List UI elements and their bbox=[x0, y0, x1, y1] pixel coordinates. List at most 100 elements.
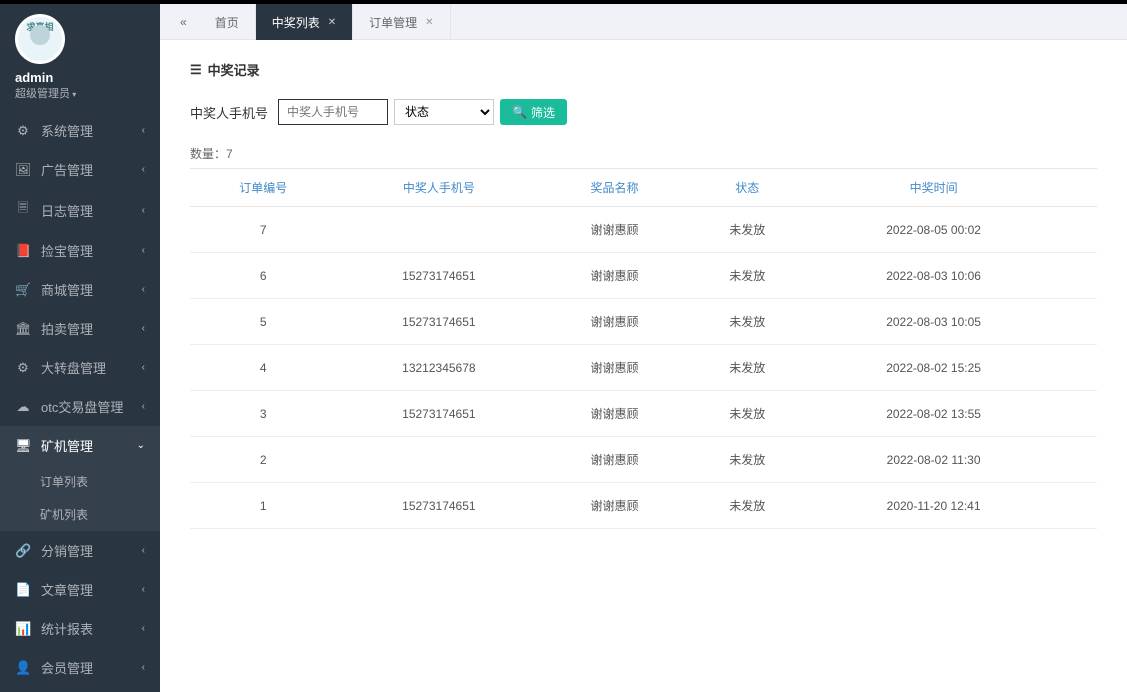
nav-item-label: 会员管理 bbox=[41, 658, 93, 677]
cell-actions bbox=[1060, 299, 1097, 345]
cell-prize: 谢谢惠顾 bbox=[541, 207, 688, 253]
cell-time: 2022-08-05 00:02 bbox=[807, 207, 1061, 253]
tabs-back-button[interactable]: « bbox=[168, 15, 199, 29]
cell-prize: 谢谢惠顾 bbox=[541, 299, 688, 345]
nav-item-label: 大转盘管理 bbox=[41, 358, 106, 377]
cell-status: 未发放 bbox=[688, 391, 807, 437]
nav-item-label: otc交易盘管理 bbox=[41, 397, 123, 416]
nav-item-4[interactable]: 🛒商城管理‹ bbox=[0, 270, 160, 309]
nav-item-label: 统计报表 bbox=[41, 619, 93, 638]
table-header-3[interactable]: 状态 bbox=[688, 169, 807, 207]
chevron-left-icon: ‹ bbox=[142, 164, 145, 175]
nav-item-9[interactable]: 🔗分销管理‹ bbox=[0, 531, 160, 570]
filter-button-label: 筛选 bbox=[531, 104, 555, 121]
nav-item-6[interactable]: ⚙ 大转盘管理 ‹ bbox=[0, 348, 160, 387]
tab-1[interactable]: 中奖列表 ✕ bbox=[256, 4, 353, 40]
chevron-left-icon: ‹ bbox=[142, 545, 145, 556]
tab-0[interactable]: 首页 bbox=[199, 4, 256, 40]
nav-icon: 🖼 bbox=[15, 162, 31, 178]
nav-sub-item-0[interactable]: 订单列表 bbox=[0, 465, 160, 498]
cell-id: 5 bbox=[190, 299, 337, 345]
main-area: « 首页中奖列表✕订单管理✕ ☰ 中奖记录 中奖人手机号 状态 🔍 筛选 数 bbox=[160, 4, 1127, 692]
cell-prize: 谢谢惠顾 bbox=[541, 437, 688, 483]
prize-table: 订单编号中奖人手机号奖品名称状态中奖时间 7谢谢惠顾未发放2022-08-05 … bbox=[190, 168, 1097, 529]
cell-actions bbox=[1060, 253, 1097, 299]
cell-status: 未发放 bbox=[688, 437, 807, 483]
table-header-2[interactable]: 奖品名称 bbox=[541, 169, 688, 207]
nav-icon: 👤 bbox=[15, 660, 31, 676]
nav-item-2[interactable]: 🗏日志管理‹ bbox=[0, 189, 160, 231]
user-role-dropdown[interactable]: 超级管理员 bbox=[15, 85, 145, 101]
chevron-left-icon: ‹ bbox=[142, 401, 145, 412]
nav-item-label: 日志管理 bbox=[41, 201, 93, 220]
nav-item-5[interactable]: 🏛拍卖管理‹ bbox=[0, 309, 160, 348]
nav-item-label: 系统管理 bbox=[41, 121, 93, 140]
cell-status: 未发放 bbox=[688, 345, 807, 391]
cell-phone: 15273174651 bbox=[337, 483, 542, 529]
tab-label: 首页 bbox=[215, 14, 239, 31]
chevron-left-icon: ‹ bbox=[142, 623, 145, 634]
filter-button[interactable]: 🔍 筛选 bbox=[500, 99, 567, 125]
nav-list: ⚙系统管理‹🖼广告管理‹🗏日志管理‹📕捡宝管理‹🛒商城管理‹🏛拍卖管理‹⚙大转盘… bbox=[0, 111, 160, 687]
filter-row: 中奖人手机号 状态 🔍 筛选 bbox=[190, 99, 1097, 125]
table-row: 7谢谢惠顾未发放2022-08-05 00:02 bbox=[190, 207, 1097, 253]
nav-icon: ☁ bbox=[15, 399, 31, 415]
cell-actions bbox=[1060, 345, 1097, 391]
nav-item-label: 广告管理 bbox=[41, 160, 93, 179]
filter-label: 中奖人手机号 bbox=[190, 103, 268, 122]
close-icon[interactable]: ✕ bbox=[328, 17, 336, 28]
cell-actions bbox=[1060, 437, 1097, 483]
tab-2[interactable]: 订单管理 ✕ bbox=[353, 4, 450, 40]
app-container: 求真相 admin 超级管理员 ⚙系统管理‹🖼广告管理‹🗏日志管理‹📕捡宝管理‹… bbox=[0, 4, 1127, 692]
nav-icon: ⚙ bbox=[15, 360, 31, 376]
table-header-5[interactable] bbox=[1060, 169, 1097, 207]
nav-sub-item-1[interactable]: 矿机列表 bbox=[0, 498, 160, 531]
nav-item-0[interactable]: ⚙系统管理‹ bbox=[0, 111, 160, 150]
tabs-bar: « 首页 中奖列表 ✕ 订单管理 ✕ bbox=[160, 4, 1127, 40]
nav-item-7[interactable]: ☁ otc交易盘管理 ‹ bbox=[0, 387, 160, 426]
chevron-left-icon: ‹ bbox=[142, 245, 145, 256]
cell-status: 未发放 bbox=[688, 299, 807, 345]
table-header-1[interactable]: 中奖人手机号 bbox=[337, 169, 542, 207]
nav-item-label: 拍卖管理 bbox=[41, 319, 93, 338]
nav-item-12[interactable]: 👤会员管理‹ bbox=[0, 648, 160, 687]
cell-id: 3 bbox=[190, 391, 337, 437]
table-header-4[interactable]: 中奖时间 bbox=[807, 169, 1061, 207]
cell-prize: 谢谢惠顾 bbox=[541, 483, 688, 529]
cell-id: 2 bbox=[190, 437, 337, 483]
cell-time: 2020-11-20 12:41 bbox=[807, 483, 1061, 529]
user-panel: 求真相 admin 超级管理员 bbox=[0, 4, 160, 111]
chevron-left-icon: ‹ bbox=[142, 125, 145, 136]
table-header-0[interactable]: 订单编号 bbox=[190, 169, 337, 207]
phone-filter-input[interactable] bbox=[278, 99, 388, 125]
cell-time: 2022-08-02 11:30 bbox=[807, 437, 1061, 483]
table-row: 2 谢谢惠顾未发放2022-08-02 11:30 bbox=[190, 437, 1097, 483]
nav-item-1[interactable]: 🖼 广告管理 ‹ bbox=[0, 150, 160, 189]
status-filter-select[interactable]: 状态 bbox=[394, 99, 494, 125]
chevron-down-icon: ⌄ bbox=[137, 440, 145, 451]
nav-icon: 🖥 bbox=[15, 438, 31, 454]
tab-label: 订单管理 bbox=[369, 14, 417, 31]
cell-actions bbox=[1060, 483, 1097, 529]
nav-icon: 🏛 bbox=[15, 321, 31, 337]
user-name: admin bbox=[15, 70, 145, 85]
panel-title-text: 中奖记录 bbox=[208, 60, 260, 79]
nav-item-3[interactable]: 📕捡宝管理‹ bbox=[0, 231, 160, 270]
nav-icon: 🛒 bbox=[15, 282, 31, 298]
panel-title: ☰ 中奖记录 bbox=[190, 60, 1097, 79]
cell-time: 2022-08-02 15:25 bbox=[807, 345, 1061, 391]
nav-item-11[interactable]: 📊统计报表‹ bbox=[0, 609, 160, 648]
avatar[interactable]: 求真相 bbox=[15, 14, 65, 64]
nav-item-10[interactable]: 📄文章管理‹ bbox=[0, 570, 160, 609]
cell-status: 未发放 bbox=[688, 483, 807, 529]
close-icon[interactable]: ✕ bbox=[425, 17, 433, 28]
nav-item-8[interactable]: 🖥矿机管理⌄ bbox=[0, 426, 160, 465]
table-row: 115273174651谢谢惠顾未发放2020-11-20 12:41 bbox=[190, 483, 1097, 529]
chevron-left-icon: ‹ bbox=[142, 205, 145, 216]
cell-phone: 15273174651 bbox=[337, 391, 542, 437]
chevron-left-icon: ‹ bbox=[142, 362, 145, 373]
cell-id: 4 bbox=[190, 345, 337, 391]
cell-id: 1 bbox=[190, 483, 337, 529]
tab-label: 中奖列表 bbox=[272, 14, 320, 31]
search-icon: 🔍 bbox=[512, 105, 527, 119]
